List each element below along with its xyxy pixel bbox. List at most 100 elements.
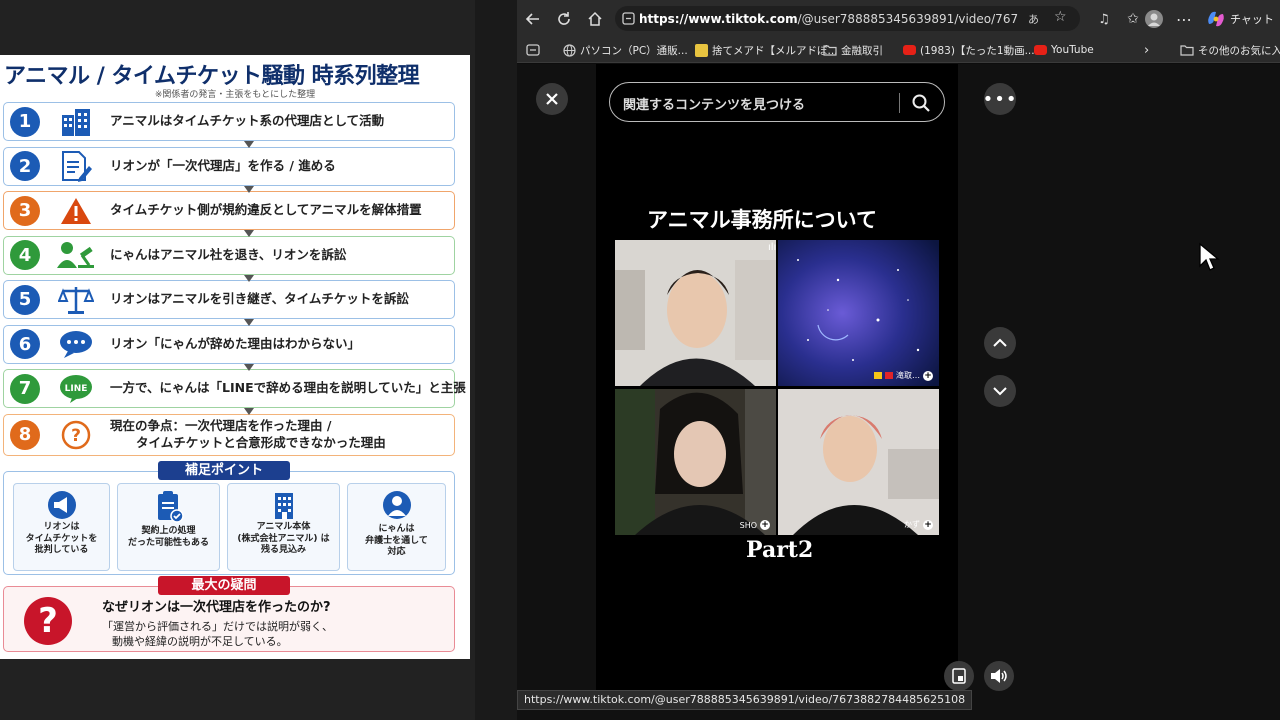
flag-icon (874, 372, 882, 379)
search-input[interactable]: 関連するコンテンツを見つける (623, 94, 805, 113)
building-icon (274, 493, 293, 519)
url-text[interactable]: https://www.tiktok.com/@user788885345639… (639, 12, 1019, 26)
point-text: 契約上の処理 だった可能性もある (118, 526, 219, 549)
flag-icon (885, 372, 893, 379)
search-divider (899, 93, 900, 113)
point-card: リオンは タイムチケットを 批判している (13, 483, 110, 571)
audio-indicator-icon: ılı (768, 242, 777, 253)
other-favorites[interactable]: その他のお気に入り (1180, 42, 1280, 58)
address-bar[interactable]: https://www.tiktok.com/@user788885345639… (615, 6, 1080, 31)
bookmark-item[interactable]: YouTube (1034, 42, 1094, 58)
step-number: 2 (10, 151, 40, 181)
reading-list-icon[interactable] (526, 42, 540, 58)
point-text: アニマル本体 (株式会社アニマル) は 残る見込み (228, 522, 339, 557)
step-text-line: タイムチケットと合意形成できなかった理由 (136, 434, 386, 450)
line-logo-icon: LINE (54, 373, 98, 405)
speech-bubble-icon (54, 328, 98, 360)
search-bar[interactable]: 関連するコンテンツを見つける (609, 82, 945, 122)
youtube-icon (1034, 45, 1047, 55)
step-number: 5 (10, 284, 40, 315)
translate-icon[interactable]: あ (1028, 11, 1039, 27)
floating-player-button[interactable] (944, 661, 974, 691)
step-number: 4 (10, 240, 40, 270)
extension-icon[interactable]: ♫ (1092, 7, 1116, 31)
infographic-title: アニマル / タイムチケット騒動 時系列整理 (4, 64, 420, 89)
timeline-step: 6 リオン「にゃんが辞めた理由はわからない」 (3, 324, 455, 371)
down-arrow-icon (244, 230, 254, 237)
step-number: 3 (10, 195, 40, 226)
bookmark-label: 捨てメアド【メルアドぽ... (712, 44, 838, 57)
next-video-button[interactable] (984, 375, 1016, 407)
mouse-cursor-icon (1199, 242, 1220, 271)
step-text: リオンはアニマルを引き継ぎ、タイムチケットを訴訟 (110, 291, 409, 307)
globe-icon (563, 43, 576, 57)
timeline-steps: 1 アニマルはタイムチケット系の代理店として活動 2 リオンが「一次代理店」を作… (3, 102, 466, 461)
megaphone-icon (47, 491, 76, 519)
home-icon[interactable] (583, 7, 607, 31)
timeline-step: 4 にゃんはアニマル社を退き、リオンを訴訟 (3, 235, 455, 282)
follow-plus-icon[interactable]: + (760, 520, 770, 530)
site-info-icon[interactable] (622, 12, 635, 25)
biggest-question-box: ? なぜリオンは一次代理店を作ったのか? 「運営から評価される」だけでは説明が弱… (3, 586, 455, 652)
timeline-step: 2 リオンが「一次代理店」を作る / 進める (3, 146, 455, 193)
timeline-step: 3 タイムチケット側が規約違反としてアニマルを解体措置 (3, 191, 455, 237)
step-text: タイムチケット側が規約違反としてアニマルを解体措置 (110, 202, 422, 218)
contract-icon (157, 491, 184, 523)
step-number: 6 (10, 329, 40, 359)
step-text: リオンが「一次代理店」を作る / 進める (110, 157, 336, 173)
folder-icon (823, 45, 837, 56)
point-line: 弁護士を通して (365, 535, 428, 546)
point-line: だった可能性もある (127, 537, 209, 548)
step-number: 7 (10, 373, 40, 404)
participant-video (615, 240, 776, 386)
copilot-chat-button[interactable]: チャット (1207, 7, 1274, 31)
refresh-icon[interactable] (552, 7, 576, 31)
more-menu-icon[interactable]: ⋯ (1172, 7, 1196, 31)
infographic-panel: アニマル / タイムチケット騒動 時系列整理 ※関係者の発言・主張をもとにした整… (0, 55, 470, 659)
chat-label: チャット (1230, 13, 1274, 26)
follow-plus-icon[interactable]: + (923, 519, 933, 530)
point-line: にゃんは (378, 524, 415, 534)
step-text: 現在の争点：一次代理店を作った理由 / タイムチケットと合意形成できなかった理由 (110, 418, 386, 452)
participant-tile: かず + (778, 389, 939, 535)
url-host: https://www.tiktok.com (639, 11, 798, 26)
search-icon[interactable] (910, 92, 932, 114)
point-line: 残る見込み (260, 545, 306, 556)
more-options-button[interactable]: ••• (983, 83, 1016, 115)
participant-name-text: かず (904, 520, 920, 529)
question-mark-icon: ? (24, 597, 72, 645)
back-icon[interactable] (521, 7, 545, 31)
participant-name: 滝取… + (874, 370, 933, 381)
bookmark-item[interactable]: 捨てメアド【メルアドぽ... (695, 42, 838, 58)
participant-name: SHO + (740, 520, 770, 530)
tiktok-viewer: 関連するコンテンツを見つける ••• アニマル事務所について 滝取… + SHO… (517, 64, 1280, 720)
speaker-icon (991, 669, 1007, 683)
timeline-step: 8 ? 現在の争点：一次代理店を作った理由 / タイムチケットと合意形成できなか… (3, 413, 455, 456)
bookmark-item[interactable]: 金融取引 (823, 42, 883, 58)
favorite-star-icon[interactable]: ☆ (1054, 9, 1067, 25)
volume-button[interactable] (984, 661, 1014, 691)
bookmark-item[interactable]: (1983)【たった1動画... (903, 42, 1035, 58)
bookmark-item[interactable]: パソコン（PC）通販... (563, 42, 688, 58)
previous-video-button[interactable] (984, 327, 1016, 359)
step-text: アニマルはタイムチケット系の代理店として活動 (110, 113, 385, 129)
close-button[interactable] (536, 83, 568, 115)
video-call-grid: 滝取… + SHO + かず + ılı (615, 240, 939, 535)
chevron-right-icon[interactable]: › (1144, 42, 1149, 58)
step-number: 1 (10, 106, 40, 137)
bookmark-label: (1983)【たった1動画... (920, 44, 1035, 57)
copilot-icon (1208, 11, 1224, 27)
participant-name: かず + (904, 519, 933, 530)
point-line: (株式会社アニマル) は (237, 533, 330, 544)
screen: アニマル / タイムチケット騒動 時系列整理 ※関係者の発言・主張をもとにした整… (0, 0, 1280, 720)
participant-name-text: 滝取… (896, 371, 920, 380)
chevron-down-icon (993, 387, 1007, 396)
down-arrow-icon (244, 363, 254, 371)
profile-avatar-icon[interactable] (1142, 7, 1166, 31)
person-gavel-icon (54, 239, 98, 271)
down-arrow-icon (244, 408, 254, 415)
step-text: 一方で、にゃんは「LINEで辞める理由を説明していた」と主張 (110, 380, 466, 396)
point-line: アニマル本体 (256, 522, 311, 532)
down-arrow-icon (244, 274, 254, 282)
follow-plus-icon[interactable]: + (923, 370, 933, 381)
